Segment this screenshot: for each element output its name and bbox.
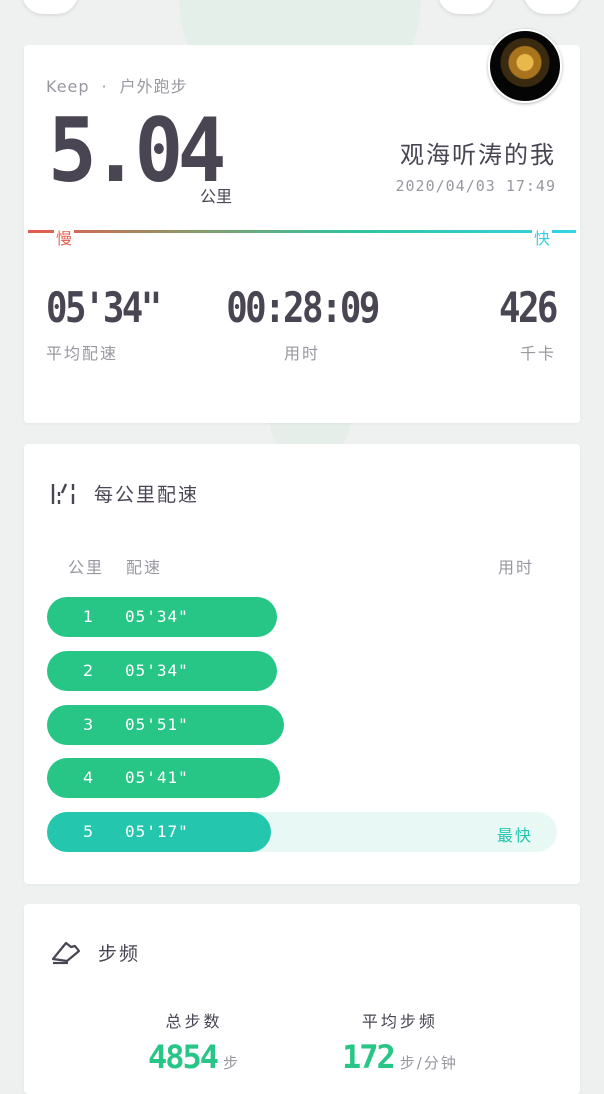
distance-unit: 公里 [200, 187, 233, 206]
col-header-time: 用时 [497, 558, 534, 577]
app-name: Keep [46, 77, 90, 96]
shoe-icon [51, 941, 81, 965]
pace-per-km-card: 每公里配速 公里 配速 用时 1 05'34" 2 05'34" 3 05'51… [24, 444, 580, 884]
km-number: 2 [83, 661, 94, 680]
km-pace: 05'34" [125, 661, 189, 680]
activity-breadcrumb: Keep · 户外跑步 [46, 73, 188, 97]
total-steps-value: 4854 [148, 1038, 219, 1076]
speed-slow-label: 慢 [54, 225, 75, 249]
col-header-km: 公里 [68, 558, 105, 577]
km-pace: 05'17" [125, 822, 189, 841]
summary-card: Keep · 户外跑步 5.04 公里 观海听涛的我 2020/04/03 17:4… [24, 29, 580, 423]
km-number: 5 [83, 822, 94, 841]
activity-type: 户外跑步 [119, 77, 188, 96]
cadence-card: 步频 总步数 4854 步 平均步频 172 步/分钟 [24, 904, 580, 1094]
cadence-section-title: 步频 [98, 942, 141, 965]
pace-section-header: 每公里配速 [50, 480, 199, 507]
total-steps: 总步数 4854 步 [148, 1008, 240, 1076]
pace-chart-icon [51, 483, 75, 504]
avg-cadence-unit: 步/分钟 [399, 1054, 458, 1072]
pace-row: 1 05'34" [47, 597, 557, 637]
username: 观海听涛的我 [400, 141, 556, 169]
breadcrumb-separator: · [101, 77, 108, 96]
pace-section-title: 每公里配速 [94, 484, 200, 506]
km-pace: 05'41" [125, 768, 189, 787]
activity-datetime: 2020/04/03 17:49 [395, 177, 556, 195]
km-number: 3 [83, 715, 94, 734]
stat-calories: 426 千卡 [489, 283, 558, 364]
fastest-badge: 最快 [496, 826, 533, 845]
avg-cadence: 平均步频 172 步/分钟 [342, 1008, 458, 1076]
km-number: 1 [83, 607, 94, 626]
speed-fast-label: 快 [531, 225, 552, 249]
pace-row: 3 05'51" [47, 705, 557, 745]
km-pace: 05'51" [125, 715, 189, 734]
avg-cadence-label: 平均步频 [361, 1012, 438, 1031]
pace-row-fastest: 5 05'17" 最快 [47, 812, 557, 852]
km-number: 4 [83, 768, 94, 787]
total-steps-unit: 步 [223, 1054, 241, 1072]
distance-value: 5.04 [48, 99, 226, 202]
stat-value: 426 [499, 283, 558, 332]
avatar[interactable] [488, 29, 562, 103]
pace-row: 4 05'41" [47, 758, 557, 798]
km-pace: 05'34" [125, 607, 189, 626]
pace-row: 2 05'34" [47, 651, 557, 691]
avg-cadence-value: 172 [342, 1038, 396, 1076]
speed-gradient-bar [28, 230, 576, 233]
stat-value: 00:28:09 [226, 283, 380, 332]
stat-label: 千卡 [519, 344, 556, 363]
total-steps-label: 总步数 [165, 1012, 223, 1031]
cadence-section-header: 步频 [50, 938, 140, 966]
col-header-pace: 配速 [126, 558, 163, 577]
